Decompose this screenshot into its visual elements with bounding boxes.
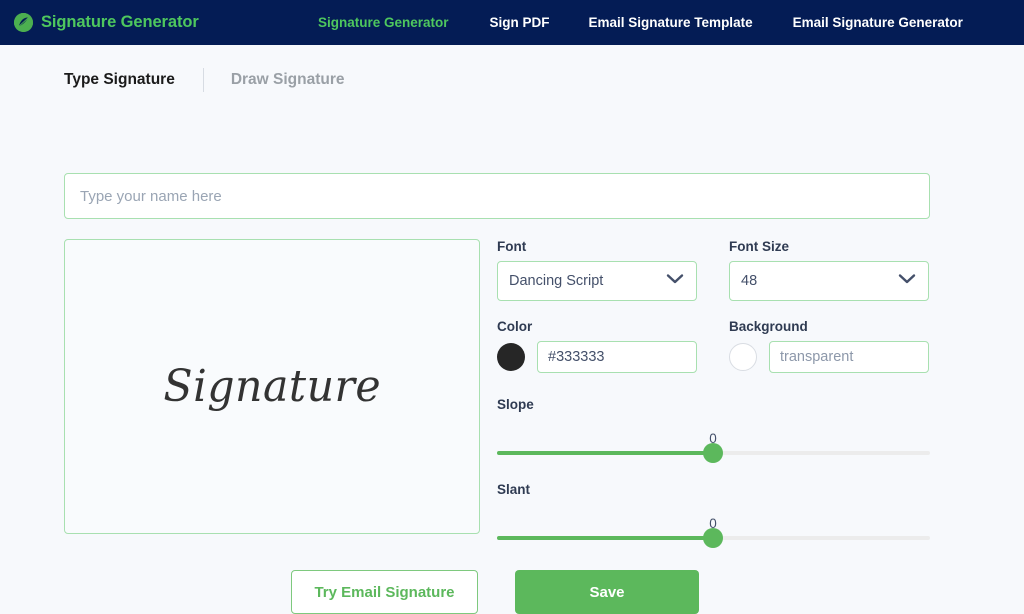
try-email-signature-button[interactable]: Try Email Signature	[291, 570, 478, 614]
slant-slider-group: Slant 0	[497, 482, 930, 548]
font-select-wrapper: Dancing Script	[497, 261, 697, 301]
color-value-input[interactable]	[537, 341, 697, 373]
brand-title: Signature Generator	[41, 13, 199, 31]
font-size-label: Font Size	[729, 239, 789, 254]
nav-link-email-signature-template[interactable]: Email Signature Template	[589, 15, 753, 30]
font-size-select-wrapper: 48	[729, 261, 929, 301]
background-control: Background	[729, 319, 929, 373]
signature-name-input[interactable]	[64, 173, 930, 219]
color-label: Color	[497, 319, 533, 334]
tab-divider	[202, 68, 204, 92]
navbar-links: Signature Generator Sign PDF Email Signa…	[318, 0, 963, 45]
background-label: Background	[729, 319, 808, 334]
signature-preview-panel[interactable]: Signature	[64, 239, 480, 534]
background-swatch[interactable]	[729, 343, 757, 371]
background-value-input[interactable]	[769, 341, 929, 373]
slope-slider[interactable]: 0	[497, 412, 930, 463]
brand-logo[interactable]: Signature Generator	[14, 13, 199, 32]
slope-slider-thumb[interactable]	[703, 443, 723, 463]
signature-controls: Font Dancing Script Font Size 48 Color #…	[497, 239, 930, 548]
color-controls-row: Color Background	[497, 319, 930, 373]
font-size-control: Font Size 48	[729, 239, 929, 301]
nav-link-sign-pdf[interactable]: Sign PDF	[490, 15, 550, 30]
font-controls-row: Font Dancing Script Font Size 48	[497, 239, 930, 301]
color-swatch[interactable]	[497, 343, 525, 371]
slant-slider[interactable]: 0	[497, 497, 930, 548]
background-row	[729, 341, 929, 373]
nav-link-email-signature-generator[interactable]: Email Signature Generator	[793, 15, 963, 30]
signature-logo-icon	[14, 13, 33, 32]
main-content: Type Signature Draw Signature Signature …	[0, 67, 1024, 614]
action-buttons: Try Email Signature Save	[291, 570, 699, 614]
slope-slider-fill	[497, 451, 713, 455]
font-size-select[interactable]: 48	[729, 261, 929, 301]
top-navbar: Signature Generator Signature Generator …	[0, 0, 1024, 45]
slant-label: Slant	[497, 482, 531, 497]
signature-mode-tabs: Type Signature Draw Signature	[64, 67, 1024, 93]
signature-preview-text: Signature	[163, 360, 381, 412]
tab-draw-signature[interactable]: Draw Signature	[231, 71, 345, 89]
font-select[interactable]: Dancing Script	[497, 261, 697, 301]
slant-slider-fill	[497, 536, 713, 540]
font-control: Font Dancing Script	[497, 239, 697, 301]
color-control: Color	[497, 319, 697, 373]
slant-slider-thumb[interactable]	[703, 528, 723, 548]
tab-type-signature[interactable]: Type Signature	[64, 71, 175, 89]
slope-label: Slope	[497, 397, 534, 412]
font-label: Font	[497, 239, 527, 254]
slope-slider-group: Slope 0	[497, 397, 930, 463]
color-row	[497, 341, 697, 373]
save-button[interactable]: Save	[515, 570, 699, 614]
nav-link-signature-generator[interactable]: Signature Generator	[318, 15, 449, 30]
